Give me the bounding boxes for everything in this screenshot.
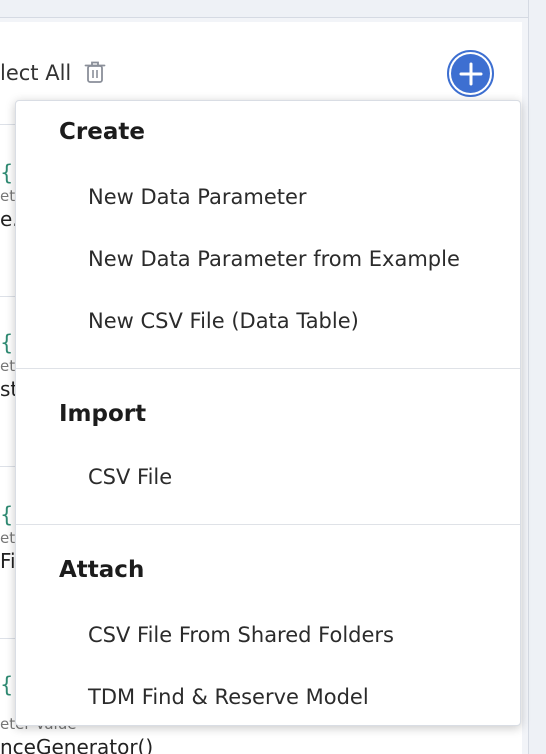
menu-separator — [16, 368, 520, 369]
menu-heading-import: Import — [59, 401, 147, 427]
parameter-label: ete — [0, 529, 16, 547]
menu-item-new-data-parameter-from-example[interactable]: New Data Parameter from Example — [32, 237, 520, 281]
list-item[interactable]: {D ete e. — [0, 160, 16, 232]
parameter-value: nceGenerator() — [0, 735, 154, 754]
plus-icon — [451, 54, 490, 93]
add-menu-dropdown: Create New Data Parameter New Data Param… — [15, 100, 521, 726]
menu-item-new-csv-file[interactable]: New CSV File (Data Table) — [32, 299, 520, 343]
menu-item-tdm-find-reserve-model[interactable]: TDM Find & Reserve Model — [32, 675, 520, 719]
list-divider — [0, 638, 16, 639]
parameter-name: {E — [0, 331, 16, 355]
parameter-name: {In — [0, 673, 16, 697]
menu-item-new-data-parameter[interactable]: New Data Parameter — [32, 175, 520, 219]
parameter-value: Fi — [0, 549, 16, 573]
list-item[interactable]: {In — [0, 672, 16, 698]
parameter-label: ete — [0, 357, 16, 375]
list-item[interactable]: {F ete Fi — [0, 502, 16, 574]
parameter-name: {F — [0, 503, 16, 527]
top-strip — [0, 0, 546, 18]
trash-icon[interactable] — [84, 60, 106, 84]
menu-separator — [16, 524, 520, 525]
menu-item-csv-from-shared-folders[interactable]: CSV File From Shared Folders — [32, 613, 520, 657]
list-divider — [0, 124, 16, 125]
list-divider — [0, 296, 16, 297]
parameter-label: ete — [0, 187, 16, 205]
parameter-value: str — [0, 377, 16, 401]
menu-heading-attach: Attach — [59, 557, 145, 583]
parameter-name: {D — [0, 161, 16, 185]
select-all-button[interactable]: lect All — [0, 59, 71, 87]
add-button[interactable] — [447, 50, 494, 97]
list-divider — [0, 466, 16, 467]
right-scroll-rail — [528, 0, 546, 754]
list-item[interactable]: {E ete str — [0, 330, 16, 402]
parameter-value: e. — [0, 207, 16, 231]
menu-item-import-csv-file[interactable]: CSV File — [32, 455, 520, 499]
menu-heading-create: Create — [59, 119, 145, 145]
